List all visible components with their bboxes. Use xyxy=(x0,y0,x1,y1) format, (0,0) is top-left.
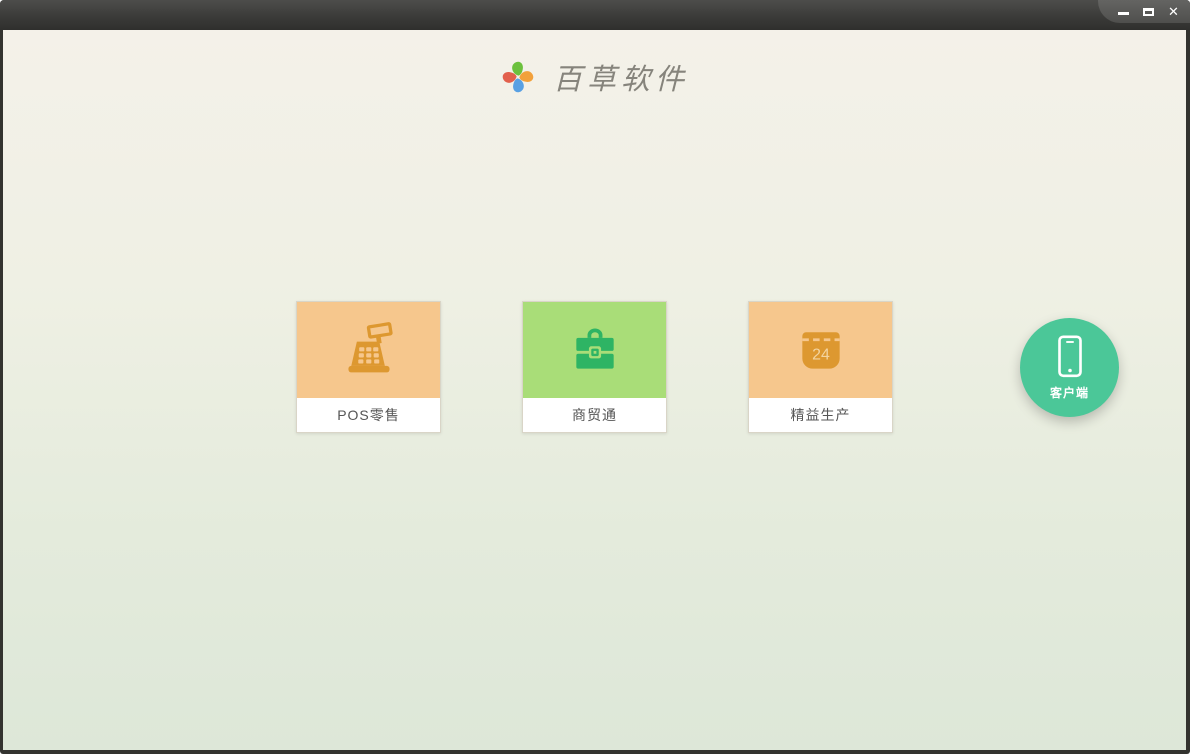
product-card-pos[interactable]: POS零售 xyxy=(296,301,441,433)
brand: 百草软件 xyxy=(3,56,1186,98)
cash-register-icon xyxy=(347,322,393,373)
calendar-day-number: 24 xyxy=(812,346,830,363)
card-icon-area: 24 xyxy=(749,302,892,398)
maximize-button[interactable] xyxy=(1136,0,1161,23)
close-button[interactable]: ✕ xyxy=(1161,0,1186,23)
card-label: 商贸通 xyxy=(523,398,666,431)
close-icon: ✕ xyxy=(1168,4,1179,19)
minimize-button[interactable] xyxy=(1111,0,1136,23)
smartphone-icon xyxy=(1057,335,1082,378)
card-label: 精益生产 xyxy=(749,398,892,431)
card-label: POS零售 xyxy=(297,398,440,431)
window-controls: ✕ xyxy=(1098,0,1190,23)
product-card-trade[interactable]: 商贸通 xyxy=(522,301,667,433)
pinwheel-logo-icon xyxy=(502,61,534,93)
client-app-button[interactable]: 客户端 xyxy=(1020,318,1119,417)
maximize-icon xyxy=(1143,7,1154,16)
card-icon-area xyxy=(523,302,666,398)
calendar-icon: 24 xyxy=(801,332,840,369)
brand-name: 百草软件 xyxy=(552,62,689,96)
client-label: 客户端 xyxy=(1049,386,1089,400)
card-icon-area xyxy=(297,302,440,398)
briefcase-icon xyxy=(575,328,614,369)
title-bar[interactable]: ✕ xyxy=(0,0,1190,30)
main-content: 百草软件 POS零售 商贸通 24 精益生产 客户端 xyxy=(3,30,1186,750)
app-window: ✕ 百草软件 POS零售 商贸通 24 精益生产 客户端 xyxy=(0,0,1190,754)
product-card-lean[interactable]: 24 精益生产 xyxy=(748,301,893,433)
minimize-icon xyxy=(1118,11,1129,15)
